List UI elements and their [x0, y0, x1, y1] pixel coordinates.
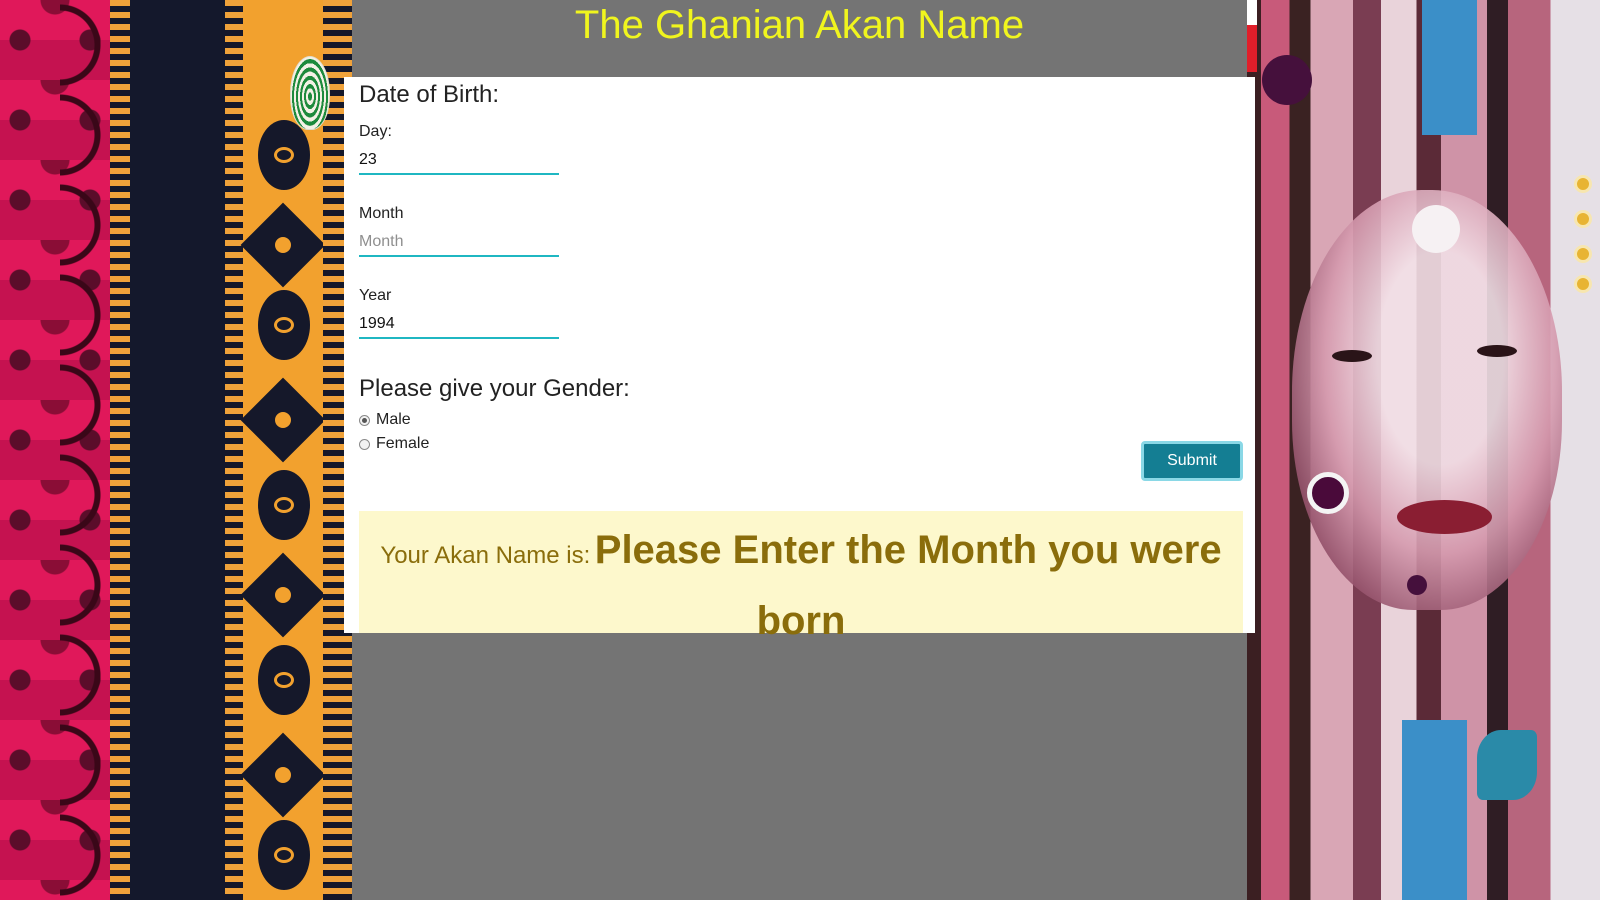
- fabric-stripe: [225, 0, 243, 900]
- result-box: Your Akan Name is: Please Enter the Mont…: [359, 511, 1243, 643]
- left-fabric-background: [0, 0, 352, 900]
- male-radio-button[interactable]: [359, 414, 370, 426]
- male-radio-label: Male: [376, 411, 411, 428]
- artwork-face: [1292, 190, 1562, 610]
- artwork-dot: [1407, 575, 1427, 595]
- year-input[interactable]: [359, 311, 559, 339]
- fabric-oval-motif: [258, 120, 310, 190]
- fabric-oval-motif: [258, 470, 310, 540]
- result-prefix: Your Akan Name is:: [380, 542, 591, 569]
- fabric-oval-motif: [258, 645, 310, 715]
- fabric-oval-motif: [258, 820, 310, 890]
- artwork-blue-strip: [1422, 0, 1477, 135]
- page: The Ghanian Akan Name Date of Birth: Day…: [0, 0, 1600, 900]
- result-message: Please Enter the Month you were born: [594, 528, 1222, 643]
- artwork-gold-dot: [1574, 175, 1592, 193]
- header: The Ghanian Akan Name: [352, 0, 1247, 77]
- artwork-gold-dot: [1574, 245, 1592, 263]
- fabric-stripe: [110, 0, 130, 900]
- page-title: The Ghanian Akan Name: [574, 3, 1025, 47]
- gender-option-female[interactable]: Female: [359, 435, 429, 453]
- artwork-dot: [1262, 55, 1312, 105]
- female-radio-button[interactable]: [359, 438, 370, 450]
- artwork-eye: [1332, 350, 1372, 362]
- gender-section-title: Please give your Gender:: [359, 375, 630, 402]
- artwork-ring: [1307, 472, 1349, 514]
- artwork-lips: [1397, 500, 1492, 534]
- day-input[interactable]: [359, 147, 559, 175]
- submit-button[interactable]: Submit: [1141, 441, 1243, 481]
- artwork-white-disc: [1412, 205, 1460, 253]
- gender-option-male[interactable]: Male: [359, 411, 411, 429]
- dob-section-title: Date of Birth:: [359, 81, 500, 108]
- month-input[interactable]: [359, 229, 559, 257]
- artwork-eye: [1477, 345, 1517, 357]
- artwork-red-edge: [1247, 0, 1257, 72]
- female-radio-label: Female: [376, 435, 430, 452]
- akan-form-card: Date of Birth: Day: Month Year Please gi…: [344, 77, 1255, 643]
- fabric-oval-motif: [258, 290, 310, 360]
- artwork-teal-shape: [1477, 730, 1537, 800]
- artwork-blue-strip: [1402, 720, 1467, 900]
- artwork-gold-dot: [1574, 275, 1592, 293]
- year-label: Year: [359, 287, 392, 304]
- fabric-dark-band: [130, 0, 225, 900]
- artwork-gold-dot: [1574, 210, 1592, 228]
- day-label: Day:: [359, 123, 392, 140]
- right-artwork-background: [1247, 0, 1600, 900]
- ghana-thumbprint-logo-icon: [290, 56, 330, 130]
- month-label: Month: [359, 205, 404, 222]
